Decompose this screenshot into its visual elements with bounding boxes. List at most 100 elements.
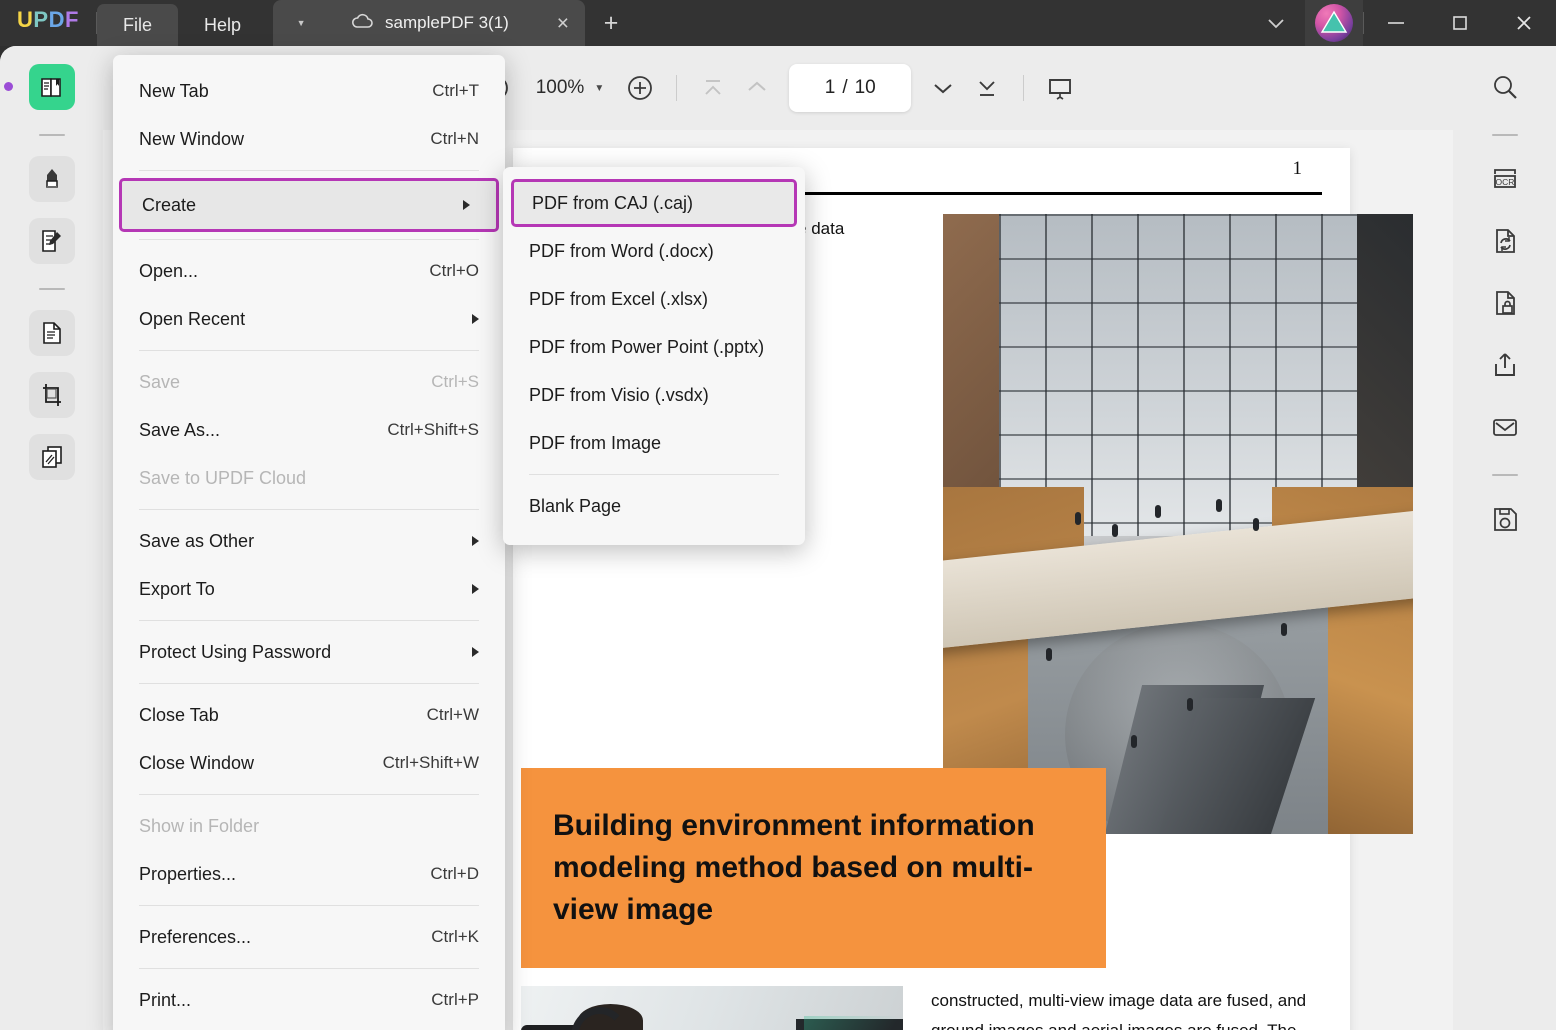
minimize-button[interactable]: [1364, 0, 1428, 46]
avatar: [1315, 4, 1353, 42]
share-upload-icon[interactable]: [1482, 342, 1528, 388]
previous-page-icon[interactable]: [735, 66, 779, 110]
zoom-in-icon[interactable]: [618, 66, 662, 110]
page-number-input[interactable]: 1 / 10: [789, 64, 911, 112]
menu-item-label: Save As...: [139, 420, 387, 441]
menu-item-new-tab[interactable]: New TabCtrl+T: [113, 67, 505, 115]
menu-item-save-as-other[interactable]: Save as Other: [113, 517, 505, 565]
sidebar-item-organize[interactable]: [29, 310, 75, 356]
menu-item-close-window[interactable]: Close WindowCtrl+Shift+W: [113, 739, 505, 787]
close-icon[interactable]: ×: [535, 13, 569, 34]
floppy-save-icon[interactable]: [1482, 496, 1528, 542]
total-pages-value: 10: [855, 77, 876, 99]
menu-item-protect-using-password[interactable]: Protect Using Password: [113, 628, 505, 676]
sidebar-item-crop[interactable]: [29, 372, 75, 418]
chevron-right-icon: [472, 647, 479, 657]
svg-text:OCR: OCR: [1495, 177, 1514, 187]
submenu-item-pdf-from-image[interactable]: PDF from Image: [503, 419, 805, 467]
lock-document-icon[interactable]: [1482, 280, 1528, 326]
chevron-right-icon: [472, 536, 479, 546]
first-page-icon[interactable]: [691, 66, 735, 110]
sidebar-item-pages[interactable]: [29, 434, 75, 480]
new-tab-button[interactable]: +: [585, 0, 637, 46]
menu-item-shortcut: Ctrl+Shift+W: [383, 753, 479, 773]
menu-item-shortcut: Ctrl+D: [430, 864, 479, 884]
chevron-right-icon: [463, 200, 470, 210]
menu-item-save-to-updf-cloud: Save to UPDF Cloud: [113, 454, 505, 502]
menu-item-new-window[interactable]: New WindowCtrl+N: [113, 115, 505, 163]
zoom-level-value[interactable]: 100%: [518, 77, 595, 99]
tab-strip: ▼ samplePDF 3(1) × +: [273, 0, 637, 46]
submenu-item-pdf-from-excel-xlsx[interactable]: PDF from Excel (.xlsx): [503, 275, 805, 323]
menu-item-shortcut: Ctrl+N: [430, 129, 479, 149]
submenu-item-blank-page[interactable]: Blank Page: [503, 482, 805, 530]
architecture-photo: [943, 214, 1413, 834]
file-menu[interactable]: New TabCtrl+TNew WindowCtrl+NCreateOpen.…: [113, 55, 505, 1030]
create-submenu[interactable]: PDF from CAJ (.caj) PDF from Word (.docx)…: [503, 167, 805, 545]
submenu-item-pdf-from-power-point-pptx[interactable]: PDF from Power Point (.pptx): [503, 323, 805, 371]
submenu-item-pdf-from-word-docx[interactable]: PDF from Word (.docx): [503, 227, 805, 275]
submenu-item-label: PDF from Image: [529, 433, 661, 454]
convert-document-icon[interactable]: [1482, 218, 1528, 264]
close-window-button[interactable]: [1492, 0, 1556, 46]
menu-item-open[interactable]: Open...Ctrl+O: [113, 247, 505, 295]
status-dot: [4, 82, 13, 91]
maximize-button[interactable]: [1428, 0, 1492, 46]
menu-divider: [139, 968, 479, 969]
submenu-item-label: PDF from Visio (.vsdx): [529, 385, 709, 406]
menu-divider: [139, 170, 479, 171]
sidebar-item-reader[interactable]: [29, 64, 75, 110]
menu-item-shortcut: Ctrl+K: [431, 927, 479, 947]
presentation-icon[interactable]: [1038, 66, 1082, 110]
menu-item-preferences[interactable]: Preferences...Ctrl+K: [113, 913, 505, 961]
menu-item-label: Open...: [139, 261, 429, 282]
menu-divider: [139, 509, 479, 510]
menu-item-create[interactable]: Create: [119, 178, 499, 232]
menu-item-label: Save: [139, 372, 431, 393]
account-avatar-button[interactable]: [1305, 0, 1363, 46]
menu-item-print[interactable]: Print...Ctrl+P: [113, 976, 505, 1024]
next-page-icon[interactable]: [921, 66, 965, 110]
submenu-item-pdf-from-visio-vsdx[interactable]: PDF from Visio (.vsdx): [503, 371, 805, 419]
right-rail-divider-1: [1492, 134, 1518, 136]
zoom-dropdown-caret-icon[interactable]: ▼: [594, 83, 618, 94]
sidebar-item-edit[interactable]: [29, 218, 75, 264]
last-page-icon[interactable]: [965, 66, 1009, 110]
document-title-banner: Building environment information modelin…: [521, 768, 1106, 968]
submenu-item-pdf-from-caj-caj[interactable]: PDF from CAJ (.caj): [511, 179, 797, 227]
menu-item-label: Show in Folder: [139, 816, 479, 837]
menu-item-shortcut: Ctrl+O: [429, 261, 479, 281]
current-page-value: 1: [825, 77, 836, 99]
chevron-right-icon: [472, 584, 479, 594]
tab-list-caret-icon[interactable]: ▼: [273, 0, 329, 46]
envelope-icon[interactable]: [1482, 404, 1528, 450]
sidebar-item-annotate[interactable]: [29, 156, 75, 202]
ocr-icon[interactable]: OCR: [1482, 156, 1528, 202]
menu-file[interactable]: File: [97, 4, 178, 46]
menu-item-save: SaveCtrl+S: [113, 358, 505, 406]
menu-item-label: Save as Other: [139, 531, 479, 552]
menu-item-open-recent[interactable]: Open Recent: [113, 295, 505, 343]
page-separator: /: [842, 77, 847, 99]
menu-help[interactable]: Help: [178, 4, 267, 46]
logo-letter-p: P: [33, 7, 48, 33]
workstation-photo: [521, 986, 903, 1030]
submenu-item-label: Blank Page: [529, 496, 621, 517]
document-title: Building environment information modelin…: [553, 805, 1074, 931]
tab-samplepdf[interactable]: samplePDF 3(1) ×: [329, 0, 585, 46]
menu-item-shortcut: Ctrl+T: [432, 81, 479, 101]
menu-item-label: New Tab: [139, 81, 432, 102]
submenu-item-label: PDF from Excel (.xlsx): [529, 289, 708, 310]
updf-window: UPDF File Help ▼ samplePDF 3(1) × +: [0, 0, 1556, 1030]
right-paragraph: constructed, multi-view image data are f…: [931, 986, 1323, 1030]
rail-divider-1: [39, 134, 65, 136]
submenu-item-label: PDF from CAJ (.caj): [532, 193, 693, 214]
search-icon[interactable]: [1482, 64, 1528, 110]
menu-item-label: Properties...: [139, 864, 430, 885]
menu-item-shortcut: Ctrl+Shift+S: [387, 420, 479, 440]
menu-item-save-as[interactable]: Save As...Ctrl+Shift+S: [113, 406, 505, 454]
menu-item-close-tab[interactable]: Close TabCtrl+W: [113, 691, 505, 739]
menu-item-export-to[interactable]: Export To: [113, 565, 505, 613]
menu-item-properties[interactable]: Properties...Ctrl+D: [113, 850, 505, 898]
chevron-down-icon[interactable]: [1247, 0, 1305, 46]
